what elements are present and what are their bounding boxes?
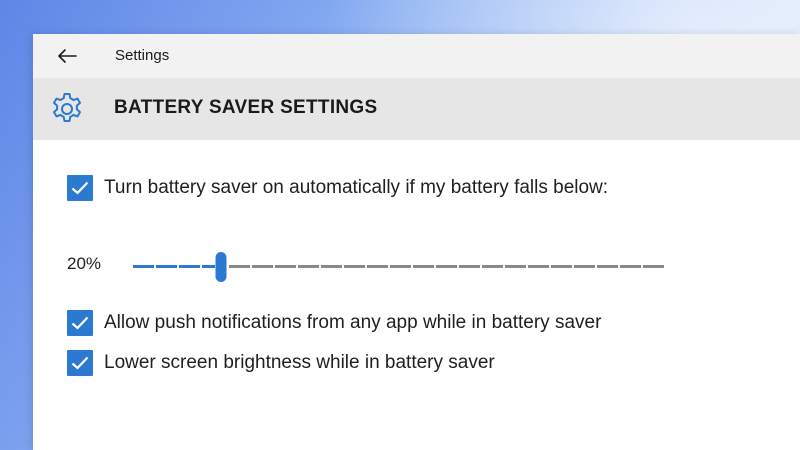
checkmark-icon: [71, 316, 89, 330]
settings-window: Settings BATTERY SAVER SETTINGS Turn bat…: [33, 34, 800, 450]
page-header: BATTERY SAVER SETTINGS: [33, 78, 800, 140]
slider-track-filled: [133, 265, 216, 268]
auto-saver-checkbox[interactable]: [67, 175, 93, 201]
page-title: BATTERY SAVER SETTINGS: [114, 97, 378, 118]
back-arrow-icon: [58, 49, 77, 63]
checkmark-icon: [71, 181, 89, 195]
checkmark-icon: [71, 356, 89, 370]
threshold-value: 20%: [67, 254, 102, 273]
threshold-slider[interactable]: [133, 252, 665, 282]
auto-saver-option[interactable]: Turn battery saver on automatically if m…: [67, 175, 608, 201]
push-notifications-option[interactable]: Allow push notifications from any app wh…: [67, 310, 601, 336]
lower-brightness-label: Lower screen brightness while in battery…: [104, 352, 495, 373]
push-notifications-label: Allow push notifications from any app wh…: [104, 312, 602, 333]
back-button[interactable]: [53, 42, 81, 70]
push-notifications-checkbox[interactable]: [67, 310, 93, 336]
lower-brightness-checkbox[interactable]: [67, 350, 93, 376]
auto-saver-label: Turn battery saver on automatically if m…: [104, 177, 609, 198]
title-bar: Settings: [33, 34, 800, 78]
slider-track-remaining: [229, 265, 665, 268]
gear-icon: [53, 93, 81, 122]
window-title: Settings: [115, 47, 170, 64]
lower-brightness-option[interactable]: Lower screen brightness while in battery…: [67, 350, 495, 376]
slider-thumb[interactable]: [215, 252, 227, 282]
